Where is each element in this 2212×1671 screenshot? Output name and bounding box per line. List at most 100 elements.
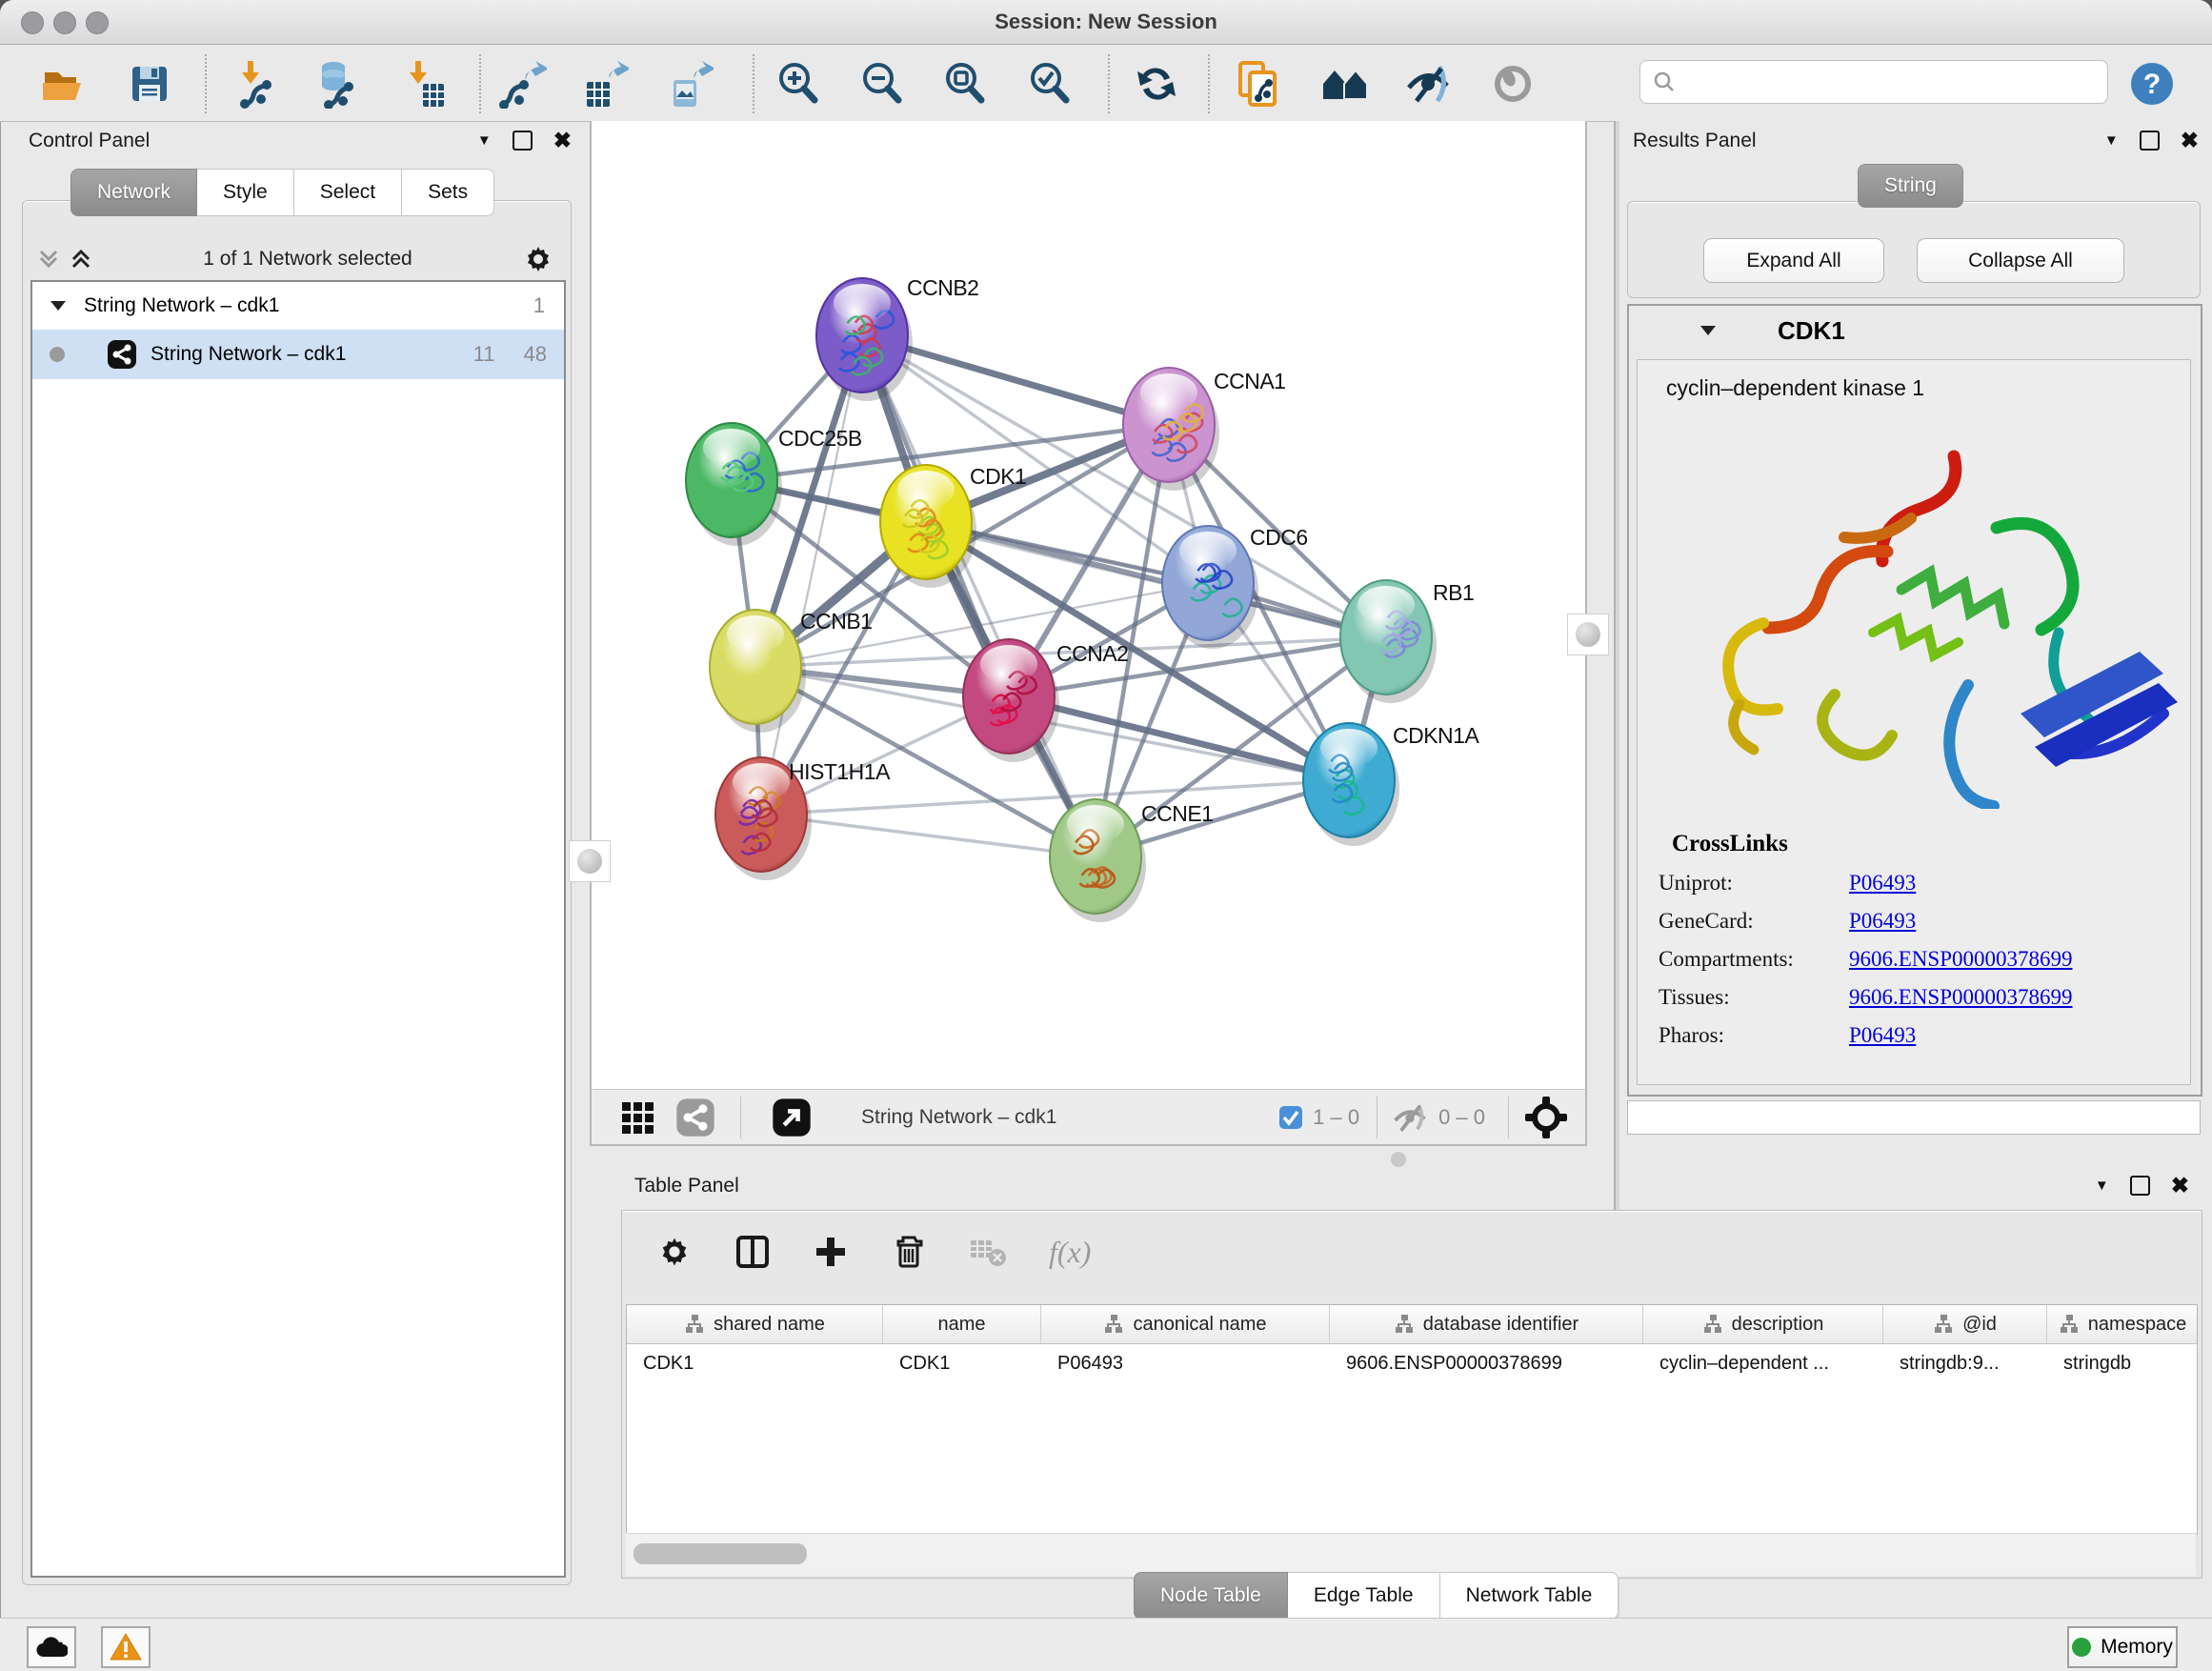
function-builder-icon[interactable]: f(x) [1049, 1235, 1091, 1270]
crosslink-value-link[interactable]: P06493 [1849, 871, 1916, 896]
column-header-namespace[interactable]: namespace [2047, 1305, 2198, 1343]
network-edge[interactable] [926, 522, 1386, 637]
expand-all-button[interactable]: Expand All [1703, 238, 1884, 283]
panel-menu-icon[interactable]: ▼ [2095, 1178, 2109, 1194]
left-divider-handle[interactable] [569, 840, 611, 882]
gene-card-header[interactable]: CDK1 [1629, 306, 2201, 355]
scrollbar-thumb[interactable] [633, 1543, 807, 1564]
tree-expand-icon[interactable] [48, 295, 69, 316]
cloud-status-button[interactable] [27, 1626, 76, 1668]
network-node-cdc6[interactable] [1162, 526, 1258, 649]
crosslink-value-link[interactable]: 9606.ENSP00000378699 [1849, 985, 2073, 1010]
grid-view-icon[interactable] [618, 1098, 656, 1137]
column-label: description [1732, 1314, 1824, 1336]
network-overview-icon[interactable] [675, 1097, 715, 1137]
title-bar: Session: New Session [0, 0, 2212, 45]
collapse-section-icon[interactable] [1698, 320, 1719, 341]
import-table-file-icon[interactable] [397, 58, 449, 110]
panel-close-icon[interactable]: ✖ [2171, 1173, 2189, 1198]
crosslink-value-link[interactable]: P06493 [1849, 1023, 1916, 1048]
network-options-gear-icon[interactable] [522, 243, 554, 275]
tab-edge-table[interactable]: Edge Table [1288, 1572, 1440, 1620]
expand-all-chevron-icon[interactable] [69, 247, 93, 272]
network-node-ccnb2[interactable] [816, 278, 913, 401]
zoom-out-icon[interactable] [856, 58, 908, 110]
export-image-icon[interactable] [663, 58, 714, 110]
first-neighbors-icon[interactable] [1320, 58, 1372, 110]
panel-float-icon[interactable] [2140, 131, 2160, 151]
show-all-icon[interactable] [1487, 58, 1538, 110]
panel-close-icon[interactable]: ✖ [2181, 128, 2199, 153]
panel-menu-icon[interactable]: ▼ [2104, 132, 2119, 149]
network-node-ccna1[interactable] [1123, 368, 1219, 491]
column-header--id[interactable]: @id [1883, 1305, 2047, 1343]
warning-status-button[interactable] [101, 1626, 151, 1668]
network-view-canvas[interactable]: CCNB2CCNA1CDC25BCDK1CDC6RB1CCNB1CCNA2CDK… [590, 121, 1587, 1089]
tab-node-table[interactable]: Node Table [1134, 1572, 1288, 1620]
clear-table-icon[interactable] [969, 1233, 1007, 1271]
tab-style[interactable]: Style [197, 169, 294, 216]
memory-button[interactable]: Memory [2067, 1626, 2178, 1668]
save-session-icon[interactable] [124, 58, 175, 110]
crosslink-value-link[interactable]: 9606.ENSP00000378699 [1849, 947, 2073, 972]
copy-style-icon[interactable] [1234, 58, 1285, 110]
crosslink-value-link[interactable]: P06493 [1849, 909, 1916, 934]
column-header-description[interactable]: description [1643, 1305, 1883, 1343]
hidden-count-badge: 0 – 0 [1438, 1105, 1485, 1130]
network-node-cdk1[interactable] [880, 465, 976, 588]
right-divider-handle[interactable] [1567, 614, 1609, 655]
search-icon [1652, 70, 1677, 94]
tab-network-table[interactable]: Network Table [1440, 1572, 1619, 1620]
delete-column-icon[interactable] [891, 1234, 927, 1270]
search-field[interactable] [1639, 60, 2108, 104]
import-network-database-icon[interactable] [310, 58, 361, 110]
network-tree-selected-row[interactable]: String Network – cdk1 11 48 [32, 330, 564, 379]
crosslink-label: GeneCard: [1659, 909, 1849, 934]
tab-sets[interactable]: Sets [402, 169, 494, 216]
main-toolbar: ? [0, 45, 2212, 122]
column-header-name[interactable]: name [883, 1305, 1041, 1343]
hide-selection-icon[interactable] [1402, 58, 1454, 110]
export-network-icon[interactable] [496, 58, 548, 110]
tab-network[interactable]: Network [70, 169, 197, 216]
network-node-ccnb1[interactable] [710, 610, 806, 733]
import-network-file-icon[interactable] [231, 58, 283, 110]
column-header-database-identifier[interactable]: database identifier [1330, 1305, 1643, 1343]
add-column-icon[interactable] [813, 1234, 849, 1270]
open-session-icon[interactable] [38, 58, 90, 110]
column-header-shared-name[interactable]: shared name [627, 1305, 883, 1343]
network-edge[interactable] [862, 335, 1096, 856]
network-graph[interactable]: CCNB2CCNA1CDC25BCDK1CDC6RB1CCNB1CCNA2CDK… [592, 121, 1585, 1089]
network-node-cdkn1a[interactable] [1303, 723, 1399, 846]
network-node-rb1[interactable] [1340, 580, 1437, 703]
network-tree-root-row[interactable]: String Network – cdk1 1 [32, 282, 564, 330]
table-options-gear-icon[interactable] [656, 1234, 693, 1270]
collapse-all-button[interactable]: Collapse All [1917, 238, 2124, 283]
node-label: HIST1H1A [789, 759, 891, 784]
zoom-in-icon[interactable] [773, 58, 824, 110]
table-row[interactable]: CDK1CDK1P064939606.ENSP00000378699cyclin… [627, 1344, 2197, 1382]
panel-close-icon[interactable]: ✖ [553, 128, 572, 153]
table-panel: Table Panel ▼ ✖ f(x) shared namenamecano… [617, 1165, 2204, 1611]
birds-eye-view-icon[interactable] [1524, 1096, 1568, 1139]
horizontal-scrollbar[interactable] [626, 1533, 2196, 1576]
panel-menu-icon[interactable]: ▼ [477, 132, 492, 149]
panel-float-icon[interactable] [513, 131, 533, 151]
selected-checkbox-icon[interactable] [1278, 1105, 1303, 1130]
zoom-fit-icon[interactable] [939, 58, 991, 110]
zoom-selected-icon[interactable] [1024, 58, 1076, 110]
show-columns-icon[interactable] [734, 1234, 771, 1270]
collapse-all-chevron-icon[interactable] [36, 247, 61, 272]
network-node-ccna2[interactable] [963, 639, 1059, 762]
tab-select[interactable]: Select [294, 169, 402, 216]
panel-float-icon[interactable] [2130, 1176, 2150, 1196]
help-icon[interactable]: ? [2126, 58, 2178, 110]
export-table-icon[interactable] [578, 58, 630, 110]
column-header-canonical-name[interactable]: canonical name [1041, 1305, 1330, 1343]
network-node-ccne1[interactable] [1050, 799, 1146, 922]
open-in-new-window-icon[interactable] [772, 1097, 812, 1137]
tab-string[interactable]: String [1858, 164, 1963, 208]
refresh-icon[interactable] [1131, 58, 1182, 110]
search-input[interactable] [1677, 70, 2107, 94]
network-edge[interactable] [761, 335, 862, 815]
